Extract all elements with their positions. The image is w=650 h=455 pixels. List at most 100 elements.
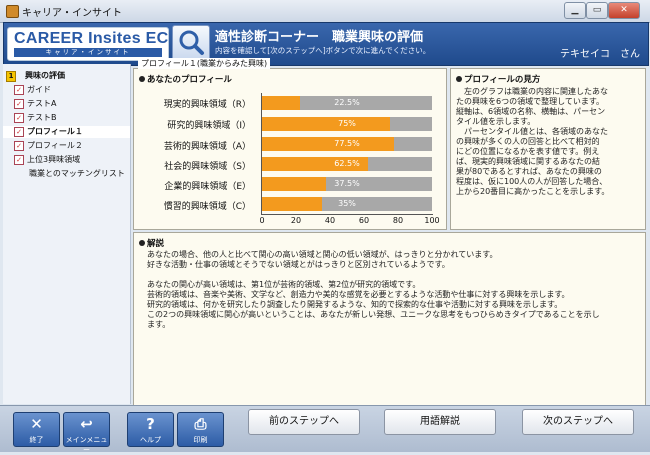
logo-main-text: CAREER Insites EC [14,30,169,47]
sidebar-item-label: プロフィール１ [27,127,83,136]
x-tick-label: 60 [358,216,370,225]
explanation-heading-text: 解説 [147,239,165,249]
close-icon: ✕ [30,415,43,433]
category-label: 現実的興味領域（R） [163,100,251,110]
logo: CAREER Insites EC キャリア・インサイト [7,27,169,61]
bullet-icon [139,240,145,246]
bar-value-label: 35% [338,199,356,208]
x-tick-label: 100 [424,216,440,225]
guide-line: 程度は、仮に100人の人が回答した場合、 [456,177,608,186]
print-button[interactable]: ⎙ 印刷 [177,412,224,447]
bar-value-label: 77.5% [334,139,360,148]
guide-line: たの興味を6つの領域で整理しています。 [456,97,605,106]
return-icon: ↩ [80,415,93,433]
window-titlebar: キャリア・インサイト ▁ ▭ ✕ [0,0,650,23]
bar-track: 62.5% [262,157,432,171]
category-label: 企業的興味領域（E） [164,182,251,192]
help-icon: ? [146,415,155,433]
sidebar-item-label: 興味の評価 [25,71,65,80]
bar-track: 75% [262,117,432,131]
guide-line: 縦軸は、6領域の名称、横軸は、パーセン [456,107,606,116]
print-icon: ⎙ [194,415,207,433]
explanation-line: この2つの興味領域に関心が高いということは、あなたが新しい発想、ユニークな思考を… [139,310,600,319]
checkbox-icon: ✓ [14,99,24,109]
category-label: 研究的興味領域（I） [167,121,251,131]
bar-track: 77.5% [262,137,432,151]
checkbox-icon: ✓ [14,155,24,165]
guide-line: タイル値を示します。 [456,117,536,126]
explanation-line: あなたの場合、他の人と比べて関心の高い領域と関心の低い領域が、はっきりと分かれて… [139,250,498,259]
exit-button[interactable]: ✕ 終了 [13,412,60,447]
explanation-line: ます。 [139,320,171,329]
breadcrumb: プロフィール１(職業からみた興味) [138,58,271,69]
logo-sub-text: キャリア・インサイト [14,48,162,57]
explanation-line: 好きな活動・仕事の領域とそうでない領域とがはっきりと区別されているようです。 [139,260,450,269]
x-tick-label: 0 [259,216,265,225]
number-badge-icon: 1 [6,71,16,82]
profile-guide-heading-text: プロフィールの見方 [464,75,541,85]
guide-line: ば、現実的興味領域に関するあなたの結 [456,157,600,166]
restore-button[interactable]: ▭ [586,2,608,19]
checkbox-icon: ✓ [14,141,24,151]
print-button-label: 印刷 [193,436,208,444]
sidebar-item-label: プロフィール２ [27,141,83,150]
sidebar-item-matching-list[interactable]: 職業とのマッチングリスト [3,168,130,180]
sidebar-item-top3[interactable]: ✓ 上位3興味領域 [3,154,130,166]
explanation-text: あなたの場合、他の人と比べて関心の高い領域と関心の低い領域が、はっきりと分かれて… [139,250,639,330]
bar-value-label: 37.5% [334,179,360,188]
sidebar-item-label: 職業とのマッチングリスト [29,169,125,178]
exit-button-label: 終了 [29,436,44,444]
user-name: テキセイコ さん [560,49,640,60]
y-axis-line [261,93,262,215]
x-tick-label: 20 [290,216,302,225]
app-icon [6,5,19,18]
sidebar-item-label: ガイド [27,85,51,94]
guide-line: の興味が多くの人の回答と比べて相対的 [456,137,600,146]
x-tick-label: 80 [392,216,404,225]
profile-heading-text: あなたのプロフィール [147,75,232,85]
bar-value-label: 22.5% [334,98,360,107]
prev-step-button[interactable]: 前のステップへ [248,409,360,435]
bullet-icon [139,76,145,82]
checkbox-icon: ✓ [14,85,24,95]
bar-value-label: 62.5% [334,159,360,168]
sidebar-item-profile-2[interactable]: ✓ プロフィール２ [3,140,130,152]
glossary-button[interactable]: 用語解説 [384,409,496,435]
help-button[interactable]: ? ヘルプ [127,412,174,447]
x-tick-label: 40 [324,216,336,225]
guide-line: 果が80であるとすれば、あなたの興味の [456,167,602,176]
explanation-line [139,270,639,280]
guide-line: パーセンタイル値とは、各領域のあなた [456,127,608,136]
guide-line: にどの位置になるかを表す値です。例え [456,147,600,156]
category-label: 慣習的興味領域（C） [163,202,251,212]
guide-line: 上から20番目に高かったことを示します。 [456,187,610,196]
bar-track: 37.5% [262,177,432,191]
category-label: 社会的興味領域（S） [164,162,251,172]
sidebar-item-guide[interactable]: ✓ ガイド [3,84,130,96]
sidebar-item-interest-eval[interactable]: 1 興味の評価 [3,70,130,82]
checkbox-icon: ✓ [14,113,24,123]
search-icon [172,25,210,61]
sidebar-item-test-a[interactable]: ✓ テストA [3,98,130,110]
profile-guide-text: 左のグラフは職業の内容に関連したあな たの興味を6つの領域で整理しています。 縦… [456,87,642,197]
sidebar-item-profile-1[interactable]: ✓ プロフィール１ [3,126,130,138]
guide-line: 左のグラフは職業の内容に関連したあな [456,87,608,96]
profile-guide-heading: プロフィールの見方 [456,73,540,85]
x-axis-line [261,214,433,215]
explanation-heading: 解説 [139,237,164,249]
sidebar-item-test-b[interactable]: ✓ テストB [3,112,130,124]
profile-heading: あなたのプロフィール [139,73,232,85]
bullet-icon [456,76,462,82]
next-step-button[interactable]: 次のステップへ [522,409,634,435]
page-subtitle: 内容を確認して[次のステップへ]ボタンで次に進んでください。 [215,46,431,55]
explanation-line: あなたの関心が高い領域は、第1位が芸術的領域、第2位が研究的領域です。 [139,280,421,289]
main-menu-button[interactable]: ↩ メインメニュー [63,412,110,454]
close-window-button[interactable]: ✕ [608,2,640,19]
sidebar-item-label: 上位3興味領域 [27,155,81,164]
bar-track: 35% [262,197,432,211]
bar-value-label: 75% [338,119,356,128]
bar-track: 22.5% [262,96,432,110]
sidebar-item-label: テストB [27,113,57,122]
window-title: キャリア・インサイト [22,8,122,19]
minimize-button[interactable]: ▁ [564,2,586,19]
